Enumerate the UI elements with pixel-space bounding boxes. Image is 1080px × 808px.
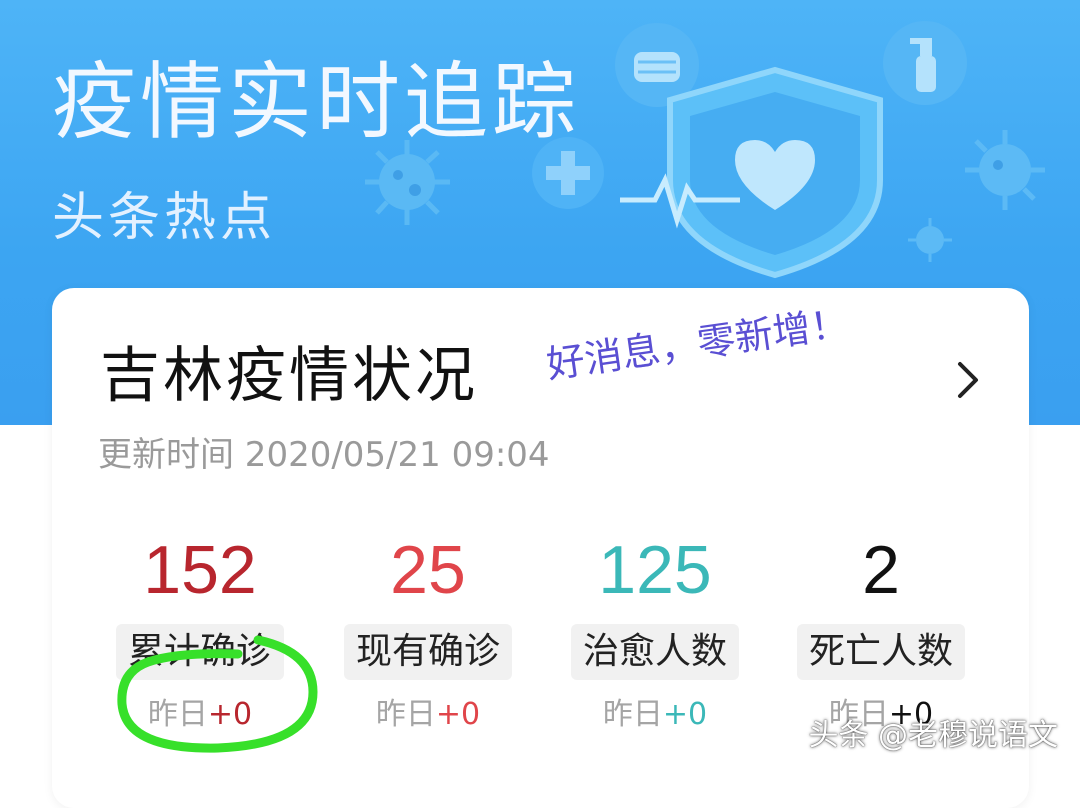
- stat-delta-value: +0: [207, 696, 253, 732]
- shield-heart-icon: [620, 66, 883, 279]
- stat-label: 死亡人数: [796, 624, 965, 680]
- stat-delta-prefix: 昨日: [147, 696, 208, 732]
- stat-recovered: 125 治愈人数 昨日+0: [550, 536, 760, 730]
- stat-delta: 昨日+0: [95, 696, 305, 732]
- watermark: 头条 @老穆说语文: [808, 718, 1058, 753]
- stat-delta-prefix: 昨日: [602, 696, 663, 732]
- banner-title: 疫情实时追踪: [52, 53, 581, 151]
- stat-delta-value: +0: [662, 696, 708, 732]
- card-title: 吉林疫情状况: [100, 341, 478, 411]
- stat-label: 现有确诊: [343, 624, 512, 680]
- stat-delta: 昨日+0: [323, 696, 533, 732]
- stat-delta: 昨日+0: [550, 696, 760, 732]
- stat-delta-prefix: 昨日: [375, 696, 436, 732]
- banner-subtitle: 头条热点: [52, 188, 277, 248]
- virus-icon: [908, 218, 952, 262]
- stat-current-confirmed: 25 现有确诊 昨日+0: [323, 536, 533, 730]
- chevron-right-icon[interactable]: [950, 358, 986, 402]
- stat-label: 累计确诊: [115, 624, 284, 680]
- update-time: 更新时间 2020/05/21 09:04: [98, 435, 550, 475]
- stat-value: 2: [862, 532, 900, 608]
- stat-deaths: 2 死亡人数 昨日+0: [776, 536, 986, 730]
- good-news-annotation: 好消息，零新增！: [543, 300, 852, 387]
- virus-icon: [965, 130, 1045, 210]
- stat-label: 治愈人数: [570, 624, 739, 680]
- stat-value: 125: [598, 532, 712, 608]
- stat-total-confirmed: 152 累计确诊 昨日+0: [95, 536, 305, 730]
- stat-value: 152: [143, 532, 257, 608]
- stat-delta-value: +0: [435, 696, 481, 732]
- stat-value: 25: [390, 532, 466, 608]
